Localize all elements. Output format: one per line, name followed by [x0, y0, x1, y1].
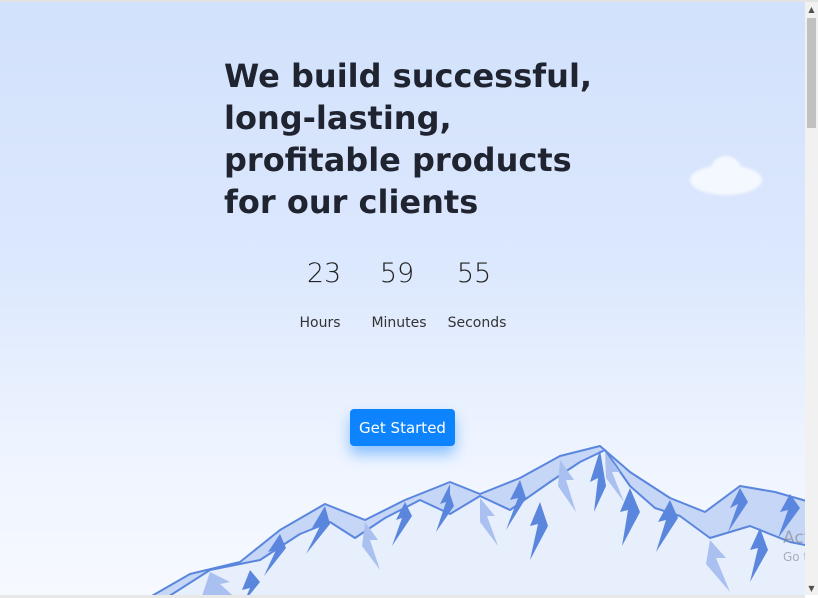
vertical-scrollbar[interactable]: ▲ ▼ [805, 2, 818, 595]
get-started-button[interactable]: Get Started [350, 409, 455, 446]
headline-line: long-lasting, [224, 99, 452, 137]
countdown-seconds-label: Seconds [447, 315, 507, 331]
hero-section: We build successful, long-lasting, profi… [0, 2, 805, 595]
countdown-minutes-label: Minutes [371, 315, 427, 331]
activate-windows-watermark: Activate Windows Go to Settings to activ… [783, 528, 805, 564]
cloud-icon [690, 156, 762, 195]
scroll-up-arrow-icon[interactable]: ▲ [805, 2, 818, 16]
headline-line: profitable products [224, 141, 572, 179]
watermark-subtitle: Go to Settings to activate Windows. [783, 550, 805, 564]
mountains-illustration [151, 445, 805, 595]
scroll-down-arrow-icon[interactable]: ▼ [805, 581, 818, 595]
watermark-title: Activate Windows [783, 528, 805, 548]
scroll-thumb[interactable] [807, 18, 816, 128]
countdown-minutes-value: 59 [379, 258, 415, 289]
headline-line: We build successful, [224, 57, 593, 95]
hero-headline: We build successful, long-lasting, profi… [224, 55, 593, 223]
browser-viewport: We build successful, long-lasting, profi… [0, 0, 818, 598]
countdown-seconds-value: 55 [456, 258, 492, 289]
countdown-hours-value: 23 [306, 258, 342, 289]
headline-line: for our clients [224, 183, 479, 221]
countdown-hours-label: Hours [299, 315, 341, 331]
